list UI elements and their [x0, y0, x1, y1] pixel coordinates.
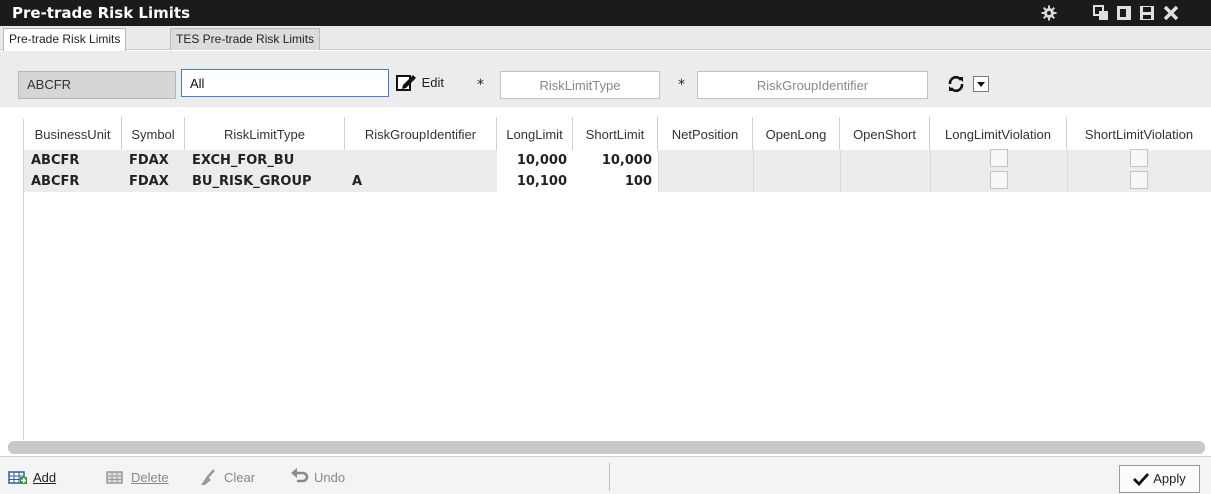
delete-row-icon: [106, 471, 123, 484]
column-header-risk-limit-type[interactable]: RiskLimitType: [185, 117, 345, 153]
cell-risk-group-identifier: [345, 150, 497, 171]
filter-bar: ABCFR Edit * *: [0, 51, 1211, 107]
refresh-icon[interactable]: [947, 75, 965, 93]
cell-business-unit: ABCFR: [24, 171, 122, 192]
window-title: Pre-trade Risk Limits: [12, 4, 191, 22]
required-marker: *: [477, 77, 484, 93]
checkmark-icon: [1133, 473, 1150, 487]
cell-risk-group-identifier: A: [345, 171, 497, 192]
cell-short-limit[interactable]: 10,000: [573, 150, 658, 171]
horizontal-scrollbar[interactable]: [8, 441, 1205, 454]
cell-short-limit[interactable]: 100: [573, 171, 658, 192]
clear-icon: [201, 469, 215, 485]
business-unit-field: ABCFR: [18, 71, 176, 99]
edit-label: Edit: [421, 75, 445, 90]
apply-button[interactable]: Apply: [1119, 465, 1200, 493]
cell-risk-limit-type: EXCH_FOR_BU: [185, 150, 345, 171]
column-header-long-limit-violation[interactable]: LongLimitViolation: [930, 117, 1067, 153]
required-marker: *: [678, 77, 685, 93]
apply-label: Apply: [1153, 471, 1186, 486]
cell-open-short: [840, 150, 930, 171]
delete-label: Delete: [131, 470, 169, 485]
tab-strip: Pre-trade Risk Limits TES Pre-trade Risk…: [0, 26, 1211, 51]
toolbar-divider: [609, 463, 610, 491]
short-limit-violation-checkbox[interactable]: [1130, 149, 1148, 167]
cell-risk-limit-type: BU_RISK_GROUP: [185, 171, 345, 192]
dropdown-icon[interactable]: [973, 76, 989, 92]
column-header-open-short[interactable]: OpenShort: [840, 117, 930, 153]
long-limit-violation-checkbox[interactable]: [990, 149, 1008, 167]
clear-button[interactable]: Clear: [199, 467, 255, 489]
symbol-input[interactable]: [181, 69, 389, 97]
delete-button[interactable]: Delete: [106, 467, 169, 489]
short-limit-violation-checkbox[interactable]: [1130, 171, 1148, 189]
cell-net-position: [658, 150, 753, 171]
undo-icon: [291, 468, 309, 483]
edit-icon: [396, 75, 416, 91]
add-label: Add: [33, 470, 57, 485]
tab-tes-pre-trade-risk-limits[interactable]: TES Pre-trade Risk Limits: [170, 28, 321, 50]
undo-label: Undo: [314, 470, 346, 485]
undo-button[interactable]: Undo: [289, 467, 345, 489]
cell-symbol: FDAX: [122, 171, 185, 192]
column-header-risk-group-identifier[interactable]: RiskGroupIdentifier: [345, 117, 497, 153]
column-header-symbol[interactable]: Symbol: [122, 117, 185, 153]
risk-limits-grid: BusinessUnit Symbol RiskLimitType RiskGr…: [0, 107, 1211, 440]
long-limit-violation-checkbox[interactable]: [990, 171, 1008, 189]
gear-icon[interactable]: [1041, 5, 1057, 21]
edit-button[interactable]: Edit: [396, 73, 444, 93]
cell-open-short: [840, 171, 930, 192]
save-icon[interactable]: [1139, 5, 1155, 21]
title-bar: Pre-trade Risk Limits: [0, 0, 1211, 26]
cell-long-limit[interactable]: 10,000: [497, 150, 573, 171]
column-header-net-position[interactable]: NetPosition: [658, 117, 753, 153]
column-header-long-limit[interactable]: LongLimit: [497, 117, 573, 153]
cell-symbol: FDAX: [122, 150, 185, 171]
cell-long-limit[interactable]: 10,100: [497, 171, 573, 192]
add-button[interactable]: Add: [8, 467, 56, 489]
restore-icon[interactable]: [1093, 5, 1109, 21]
column-header-short-limit-violation[interactable]: ShortLimitViolation: [1067, 117, 1211, 153]
column-header-open-long[interactable]: OpenLong: [753, 117, 840, 153]
tab-pre-trade-risk-limits[interactable]: Pre-trade Risk Limits: [3, 28, 127, 51]
close-icon[interactable]: [1163, 5, 1179, 21]
bottom-toolbar: Add Delete Clear Undo Apply: [0, 456, 1211, 494]
clear-label: Clear: [224, 470, 256, 485]
column-header-short-limit[interactable]: ShortLimit: [573, 117, 658, 153]
column-header-business-unit[interactable]: BusinessUnit: [24, 117, 122, 153]
detach-icon[interactable]: [1116, 5, 1132, 21]
cell-business-unit: ABCFR: [24, 150, 122, 171]
cell-open-long: [753, 150, 840, 171]
cell-net-position: [658, 171, 753, 192]
add-row-icon: [8, 471, 27, 484]
risk-group-identifier-input[interactable]: [697, 71, 928, 99]
cell-open-long: [753, 171, 840, 192]
risk-limit-type-input[interactable]: [500, 71, 660, 99]
